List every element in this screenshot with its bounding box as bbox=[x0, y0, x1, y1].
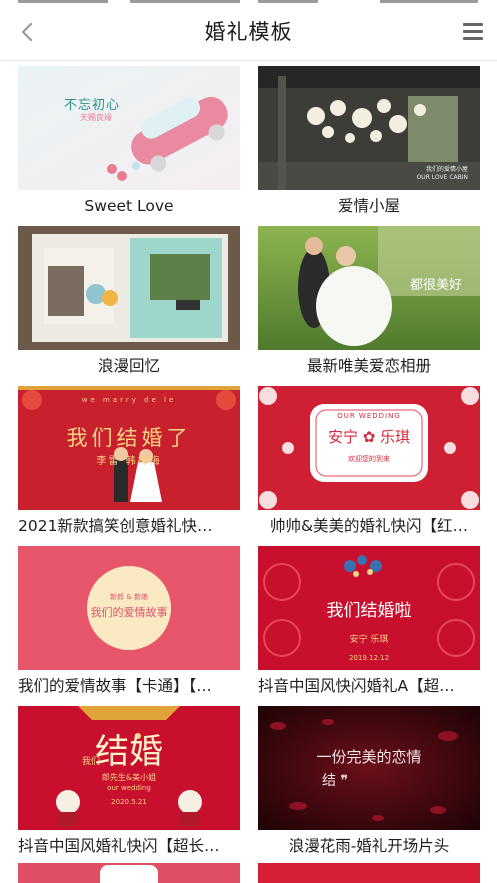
template-thumbnail bbox=[18, 226, 240, 350]
menu-icon-bar bbox=[463, 30, 483, 33]
template-caption: 爱情小屋 bbox=[337, 197, 400, 215]
template-card-shuaishuai-meimei[interactable]: OUR WEDDING 安宁 ✿ 乐琪 欢迎您的到来 帅帅&美美的婚礼快闪【红… bbox=[258, 386, 480, 546]
template-card-love-cabin[interactable]: 我们的爱情小屋 OUR LOVE CABIN 爱情小屋 bbox=[258, 66, 480, 226]
thumb-date: 2020.5.21 bbox=[111, 798, 147, 806]
thumb-subtitle: 结 ❞ bbox=[322, 773, 348, 789]
thumb-subtitle: 李雷 韩梅梅 bbox=[96, 456, 162, 467]
thumb-title: 我们结婚啦 bbox=[326, 601, 412, 621]
thumb-top: we marry de le bbox=[81, 396, 177, 404]
template-card-romantic-memory[interactable]: 浪漫回忆 bbox=[18, 226, 240, 386]
template-thumbnail: 我们的爱情小屋 OUR LOVE CABIN bbox=[258, 66, 480, 190]
template-card-funny-wedding[interactable]: we marry de le 我们结婚了 李雷 韩梅梅 2021新款搞笑创意婚礼… bbox=[18, 386, 240, 546]
template-card-douyin-chinese-long[interactable]: 我们 结婚 郎先生&美小姐 our wedding 2020.5.21 抖音中国… bbox=[18, 706, 240, 866]
thumb-title: 结婚 bbox=[95, 732, 163, 772]
template-caption: Sweet Love bbox=[84, 197, 174, 215]
template-caption: 帅帅&美美的婚礼快闪【红… bbox=[269, 517, 469, 535]
template-card-partial[interactable] bbox=[258, 863, 480, 883]
thumb-subtitle: 天赐良缘 bbox=[80, 113, 112, 122]
template-caption: 抖音中国风婚礼快闪【超长… bbox=[18, 837, 220, 855]
template-card-petal-rain[interactable]: 一份完美的恋情 结 ❞ 浪漫花雨-婚礼开场片头 bbox=[258, 706, 480, 866]
thumb-subtitle: 安宁 乐琪 bbox=[349, 635, 389, 645]
template-thumbnail: 我们 结婚 郎先生&美小姐 our wedding 2020.5.21 bbox=[18, 706, 240, 830]
thumb-subtitle: 欢迎您的到来 bbox=[348, 455, 390, 463]
thumb-title: 安宁 ✿ 乐琪 bbox=[327, 428, 411, 446]
template-card-partial[interactable] bbox=[18, 863, 240, 883]
template-thumbnail: 新郎 & 新娘 我们的爱情故事 bbox=[18, 546, 240, 670]
thumb-title: 一份完美的恋情 bbox=[316, 748, 422, 766]
menu-icon-bar bbox=[463, 37, 483, 40]
thumb-names: 郎先生&美小姐 bbox=[101, 773, 157, 782]
template-caption: 最新唯美爱恋相册 bbox=[306, 357, 431, 375]
template-thumbnail bbox=[18, 863, 240, 883]
menu-button[interactable] bbox=[463, 23, 483, 41]
thumb-title: 我们结婚了 bbox=[66, 426, 192, 450]
template-card-douyin-chinese-a[interactable]: 我们结婚啦 安宁 乐琪 2019.12.12 抖音中国风快闪婚礼A【超… bbox=[258, 546, 480, 706]
thumb-english: our wedding bbox=[107, 784, 151, 792]
page-title: 婚礼模板 bbox=[204, 20, 293, 44]
template-card-love-album[interactable]: 都很美好 最新唯美爱恋相册 bbox=[258, 226, 480, 386]
template-card-love-story-cartoon[interactable]: 新郎 & 新娘 我们的爱情故事 我们的爱情故事【卡通】【… bbox=[18, 546, 240, 706]
template-caption: 抖音中国风快闪婚礼A【超… bbox=[258, 677, 455, 695]
menu-icon-bar bbox=[463, 23, 483, 26]
thumb-title: 不忘初心 bbox=[64, 98, 121, 113]
thumb-top: OUR WEDDING bbox=[337, 412, 401, 420]
template-thumbnail: 都很美好 bbox=[258, 226, 480, 350]
template-thumbnail bbox=[258, 863, 480, 883]
thumb-title: 我们的爱情故事 bbox=[90, 606, 168, 619]
app-header: 婚礼模板 bbox=[0, 4, 497, 61]
template-caption: 浪漫回忆 bbox=[97, 357, 160, 375]
thumb-title: 我们的爱情小屋 OUR LOVE CABIN bbox=[416, 166, 468, 181]
template-caption: 浪漫花雨-婚礼开场片头 bbox=[288, 837, 450, 855]
template-thumbnail: OUR WEDDING 安宁 ✿ 乐琪 欢迎您的到来 bbox=[258, 386, 480, 510]
template-caption: 我们的爱情故事【卡通】【… bbox=[18, 677, 212, 695]
thumb-title: 都很美好 bbox=[410, 278, 463, 293]
thumb-date: 2019.12.12 bbox=[348, 654, 390, 662]
template-thumbnail: 我们结婚啦 安宁 乐琪 2019.12.12 bbox=[258, 546, 480, 670]
template-thumbnail: 一份完美的恋情 结 ❞ bbox=[258, 706, 480, 830]
template-thumbnail: we marry de le 我们结婚了 李雷 韩梅梅 bbox=[18, 386, 240, 510]
template-card-sweet-love[interactable]: 不忘初心 天赐良缘 Sweet Love bbox=[18, 66, 240, 226]
thumb-subtitle: 新郎 & 新娘 bbox=[110, 593, 148, 601]
template-thumbnail: 不忘初心 天赐良缘 bbox=[18, 66, 240, 190]
template-caption: 2021新款搞笑创意婚礼快… bbox=[18, 517, 213, 535]
